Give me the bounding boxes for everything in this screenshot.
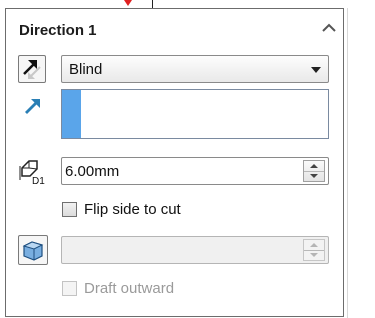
depth-input[interactable]: 6.00mm xyxy=(61,157,329,185)
red-marker-icon xyxy=(124,0,132,6)
draft-spinner xyxy=(303,239,325,261)
panel-title: Direction 1 xyxy=(19,22,97,39)
right-rule xyxy=(347,8,348,318)
flip-side-checkbox[interactable] xyxy=(62,202,77,217)
graphics-area-strip xyxy=(0,0,375,8)
draft-outward-row: Draft outward xyxy=(62,279,262,299)
edge-line xyxy=(152,0,153,8)
chevron-up-icon xyxy=(322,23,336,32)
draft-outward-checkbox[interactable] xyxy=(62,281,77,296)
selection-accent-bar xyxy=(62,90,81,138)
draft-decrease-button[interactable] xyxy=(304,250,324,260)
collapse-button[interactable] xyxy=(320,20,338,36)
depth-decrease-button[interactable] xyxy=(304,171,324,181)
arrow-up-icon xyxy=(310,164,318,168)
flip-side-label: Flip side to cut xyxy=(84,201,181,218)
end-condition-select[interactable]: Blind xyxy=(61,55,329,83)
draft-icon xyxy=(22,241,44,261)
draft-angle-input[interactable] xyxy=(61,236,329,264)
flip-side-row: Flip side to cut xyxy=(62,200,262,220)
direction-vector-icon xyxy=(20,94,48,122)
direction-selection-box[interactable] xyxy=(61,89,329,139)
depth-icon-label: D1 xyxy=(32,176,45,186)
depth-value: 6.00mm xyxy=(65,163,120,180)
reverse-direction-icon xyxy=(23,60,41,79)
end-condition-value: Blind xyxy=(69,61,103,78)
arrow-down-icon xyxy=(310,253,318,257)
depth-spinner xyxy=(303,160,325,182)
draft-toggle-button[interactable] xyxy=(18,235,48,265)
arrow-down-icon xyxy=(310,174,318,178)
right-gutter xyxy=(344,8,375,318)
reverse-direction-button[interactable] xyxy=(18,55,46,83)
depth-icon: D1 xyxy=(18,156,50,187)
panel-header[interactable]: Direction 1 xyxy=(12,14,342,46)
draft-outward-label: Draft outward xyxy=(84,280,175,297)
dropdown-arrow-icon xyxy=(311,67,321,73)
arrow-up-icon xyxy=(310,243,318,247)
